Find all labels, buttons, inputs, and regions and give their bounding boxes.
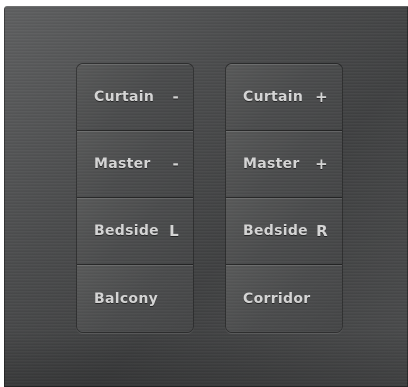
key-label: Bedside L — [94, 222, 179, 240]
bedside-left-button[interactable]: Bedside L — [77, 198, 193, 265]
key-label: Balcony — [94, 291, 179, 307]
key-label: Curtain + — [243, 88, 328, 106]
left-key-column: Curtain - Master - Bedside L Balcony — [77, 64, 193, 332]
curtain-close-button[interactable]: Curtain - — [77, 64, 193, 131]
master-on-button[interactable]: Master + — [226, 131, 342, 198]
key-sign: - — [172, 155, 179, 173]
key-text: Bedside — [94, 223, 159, 239]
key-sign: - — [172, 88, 179, 106]
key-text: Bedside — [243, 223, 308, 239]
key-text: Corridor — [243, 290, 311, 307]
key-label: Master - — [94, 155, 179, 173]
key-text: Curtain — [243, 89, 304, 105]
bedside-right-button[interactable]: Bedside R — [226, 198, 342, 265]
key-text: Balcony — [94, 290, 159, 307]
master-off-button[interactable]: Master - — [77, 131, 193, 198]
key-label: Curtain - — [94, 88, 179, 106]
curtain-open-button[interactable]: Curtain + — [226, 64, 342, 131]
key-text: Curtain — [94, 89, 155, 105]
panel-shading — [4, 327, 408, 387]
key-label: Bedside R — [243, 222, 328, 240]
key-text: Master — [94, 156, 151, 172]
key-sign: L — [169, 222, 179, 240]
key-text: Master — [243, 156, 300, 172]
switch-panel — [4, 6, 408, 387]
key-label: Corridor — [243, 291, 328, 307]
balcony-button[interactable]: Balcony — [77, 265, 193, 332]
key-sign: + — [315, 88, 328, 106]
right-key-column: Curtain + Master + Bedside R Corridor — [226, 64, 342, 332]
key-sign: + — [315, 155, 328, 173]
key-sign: R — [316, 222, 328, 240]
key-label: Master + — [243, 155, 328, 173]
corridor-button[interactable]: Corridor — [226, 265, 342, 332]
